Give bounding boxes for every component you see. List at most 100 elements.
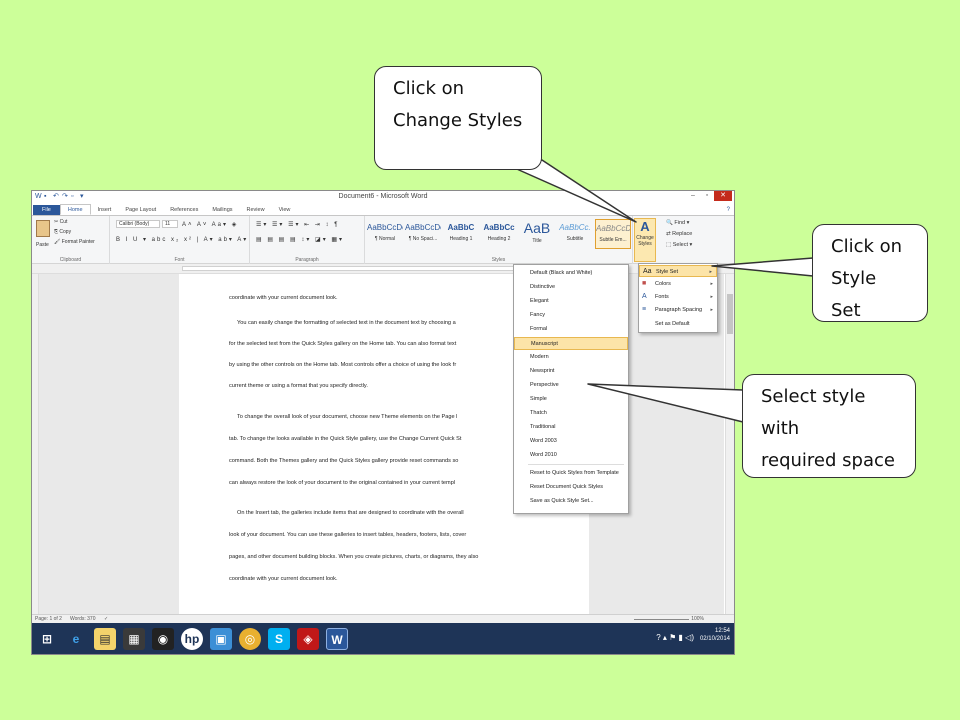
style-name: Subtle Em... [599,237,627,243]
callout-line: required space [761,450,895,471]
fonts-menu-item[interactable]: A Fonts ▸ [639,291,717,303]
tab-mailings[interactable]: Mailings [205,205,239,215]
style-name: ¶ Normal [374,236,396,242]
callout-line: Change Styles [393,110,523,131]
store-icon[interactable]: ▣ [210,628,232,650]
style-name: Title [532,238,542,244]
grow-shrink-font-buttons[interactable]: A˄ A˅ Aa▾ ◈ [182,221,238,228]
list-indent-buttons[interactable]: ☰▾ ☰▾ ☰▾ ⇤ ⇥ ↕ ¶ [256,221,339,228]
font-name-box[interactable]: Calibri (Body) [116,220,160,228]
tab-home[interactable]: Home [59,204,91,215]
submenu-arrow-icon: ▸ [710,294,713,300]
fonts-label: Fonts [655,294,669,300]
camera-icon[interactable]: ◉ [152,628,174,650]
style-set-item[interactable]: Perspective [514,379,628,392]
antivirus-icon[interactable]: ◈ [297,628,319,650]
internet-explorer-icon[interactable]: e [65,628,87,650]
style-set-item[interactable]: Simple [514,393,628,406]
doc-line: for the selected text from the Quick Sty… [229,341,457,347]
reset-quick-styles-template[interactable]: Reset to Quick Styles from Template [514,467,628,480]
change-styles-button[interactable]: A Change Styles [634,218,656,262]
chrome-icon[interactable]: ◎ [239,628,261,650]
set-as-default-menu-item[interactable]: Set as Default [639,318,717,330]
style-preview: AaBbCc [483,223,515,232]
copy-button[interactable]: ⎘ Copy [54,229,71,235]
clipboard-group-label: Clipboard [59,257,82,263]
tab-page-layout[interactable]: Page Layout [118,205,163,215]
word-taskbar-icon[interactable]: W [326,628,348,650]
style-normal[interactable]: AaBbCcDc ¶ Normal [367,219,403,249]
style-set-item[interactable]: Elegant [514,295,628,308]
style-set-item[interactable]: Modern [514,351,628,364]
style-no-spacing[interactable]: AaBbCcDc ¶ No Spaci... [405,219,441,249]
clock[interactable]: 12:54 02/10/2014 [700,627,730,643]
title-bar: W ▪ ↶ ↷ ▫ ▾ Document6 - Microsoft Word –… [32,191,734,205]
tab-insert[interactable]: Insert [91,205,119,215]
copy-label: Copy [59,229,72,235]
replace-button[interactable]: ⇄ Replace [666,231,692,237]
close-button[interactable]: ✕ [714,191,732,201]
style-set-item[interactable]: Distinctive [514,281,628,294]
maximize-button[interactable]: ▫ [700,191,714,201]
change-styles-icon: A [640,219,650,234]
font-format-buttons[interactable]: B I U ▾ abc x₂ x² | A▾ ab▾ A▾ [116,236,248,243]
tab-review[interactable]: Review [240,205,272,215]
alignment-buttons[interactable]: ▤ ▤ ▤ ▤ ↕▾ ◪▾ ▦▾ [256,236,344,243]
style-set-item[interactable]: Default (Black and White) [514,267,628,280]
status-bar: Page: 1 of 2 Words: 370 ✓ 100% [32,614,734,623]
save-quick-style-set[interactable]: Save as Quick Style Set... [514,495,628,508]
callout-style-set: Click on Style Set [812,224,928,322]
zoom-slider[interactable] [634,619,689,620]
style-set-item[interactable]: Thatch [514,407,628,420]
select-button[interactable]: ⬚ Select ▾ [666,242,692,248]
paste-icon[interactable] [36,220,50,237]
style-set-item[interactable]: Word 2010 [514,449,628,462]
page-count[interactable]: Page: 1 of 2 [35,616,62,622]
reset-document-quick-styles[interactable]: Reset Document Quick Styles [514,481,628,494]
cut-button[interactable]: ✂ Cut [54,219,67,225]
font-size-box[interactable]: 11 [162,220,178,228]
colors-menu-item[interactable]: ■ Colors ▸ [639,278,717,290]
font-group: Calibri (Body) 11 A˄ A˅ Aa▾ ◈ B I U ▾ ab… [110,216,250,264]
style-title[interactable]: AaB Title [519,219,555,249]
style-name: ¶ No Spaci... [408,236,438,242]
minimize-button[interactable]: – [686,191,700,201]
style-set-item[interactable]: Newsprint [514,365,628,378]
media-icon[interactable]: ▦ [123,628,145,650]
file-explorer-icon[interactable]: ▤ [94,628,116,650]
paste-button[interactable]: Paste [36,242,49,248]
doc-line: To change the overall look of your docum… [237,414,458,420]
style-subtle-emphasis[interactable]: AaBbCcDc Subtle Em... [595,219,631,249]
style-preview: AaB [523,220,551,236]
scrollbar-thumb[interactable] [727,294,733,334]
tab-references[interactable]: References [163,205,205,215]
tab-file[interactable]: File [33,205,60,215]
style-preview: AaBbCcDc [367,223,403,232]
find-button[interactable]: 🔍 Find ▾ [666,220,689,226]
style-set-item[interactable]: Traditional [514,421,628,434]
callout-line: Style Set [831,268,877,321]
style-set-menu-item[interactable]: Aa Style Set ▸ [639,265,717,277]
start-button[interactable]: ⊞ [36,628,58,650]
proofing-icon[interactable]: ✓ [104,616,108,622]
style-set-item[interactable]: Formal [514,323,628,336]
doc-line: On the Insert tab, the galleries include… [237,510,464,516]
style-set-item[interactable]: Fancy [514,309,628,322]
format-painter-button[interactable]: 🖌 Format Painter [54,239,95,245]
style-heading-2[interactable]: AaBbCc Heading 2 [481,219,517,249]
style-subtitle[interactable]: AaBbCc. Subtitle [557,219,593,249]
style-set-item[interactable]: Word 2003 [514,435,628,448]
vertical-scrollbar[interactable] [725,274,734,614]
zoom-level[interactable]: 100% [691,616,704,622]
paragraph-spacing-menu-item[interactable]: ≡ Paragraph Spacing ▸ [639,304,717,316]
tab-view[interactable]: View [272,205,298,215]
skype-icon[interactable]: S [268,628,290,650]
system-tray-icons[interactable]: ? ▴ ⚑ ▮ ◁) [656,633,694,642]
hp-icon[interactable]: hp [181,628,203,650]
doc-line: command. Both the Themes gallery and the… [229,458,459,464]
clock-date: 02/10/2014 [699,636,730,642]
style-heading-1[interactable]: AaBbC Heading 1 [443,219,479,249]
help-icon[interactable]: ? [727,207,730,213]
word-count[interactable]: Words: 370 [70,616,95,622]
style-set-item-highlighted[interactable]: Manuscript [514,337,628,350]
